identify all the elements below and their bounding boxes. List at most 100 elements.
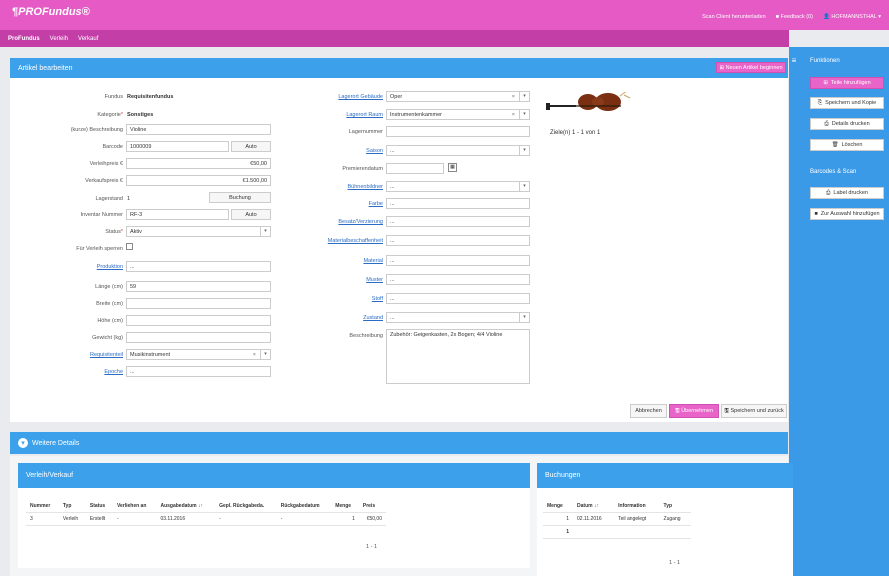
buchungen-column-header[interactable]: Datum ↓↑ — [573, 500, 615, 513]
sidebar-toggle-icon[interactable]: ≡ — [789, 56, 799, 66]
zustand-select[interactable]: ... ▾ — [386, 312, 530, 323]
lagerort-gebaeude-select[interactable]: Oper × ▾ — [386, 91, 530, 102]
zustand-value: ... — [390, 315, 395, 321]
table-cell — [614, 525, 660, 539]
inventar-auto-button[interactable]: Auto — [231, 209, 271, 220]
verleih-column-header: Menge — [331, 500, 359, 513]
epoche-link[interactable]: Epoche — [20, 369, 123, 375]
tab-verleih[interactable]: Verleih — [50, 36, 68, 42]
farbe-link[interactable]: Farbe — [290, 201, 383, 207]
kurz-input[interactable]: Violine — [126, 124, 271, 135]
tab-profundus[interactable]: ProFundus — [8, 36, 40, 42]
feedback-link[interactable]: ■ Feedback (0) — [776, 14, 813, 20]
status-select[interactable]: Aktiv ▾ — [126, 226, 271, 237]
status-text: Status — [105, 229, 121, 235]
violin-image[interactable] — [546, 92, 632, 122]
stoff-input[interactable]: ... — [386, 293, 530, 304]
inventar-input[interactable]: RF-3 — [126, 209, 229, 220]
apply-label: Übernehmen — [681, 408, 713, 414]
chevron-down-icon: ▾ — [519, 110, 529, 119]
lagerort-raum-link[interactable]: Lagerort Raum — [290, 112, 383, 118]
epoche-input[interactable]: ... — [126, 366, 271, 377]
verleihpreis-input[interactable]: €50,00 — [126, 158, 271, 169]
muster-link[interactable]: Muster — [290, 277, 383, 283]
details-toggle[interactable]: ▾ Weitere Details — [10, 432, 788, 454]
beschreibung-textarea[interactable]: Zubehör: Geigenkasten, 2x Bogen; 4/4 Vio… — [386, 329, 530, 384]
print-label-button[interactable]: ⎙ Label drucken — [810, 187, 884, 199]
add-to-selection-label: Zur Auswahl hinzufügen — [820, 211, 880, 217]
premierendatum-input[interactable] — [386, 163, 444, 174]
table-row[interactable]: 3 Verleih Erstellt -03.11.2016- -1 €50,00 — [26, 512, 386, 526]
main-nav: ProFundus Verleih Verkauf — [0, 30, 789, 47]
tab-verkauf[interactable]: Verkauf — [78, 36, 98, 42]
lagernummer-input[interactable] — [386, 126, 530, 137]
sidebar-title-funktionen: Funktionen — [810, 58, 840, 64]
besatz-input[interactable]: ... — [386, 216, 530, 227]
required-marker: * — [120, 112, 123, 118]
new-article-button[interactable]: ⊞ Neuen Artikel beginnen — [716, 62, 786, 73]
clear-icon[interactable]: × — [512, 112, 515, 118]
barcode-auto-button[interactable]: Auto — [231, 141, 271, 152]
delete-label: Löschen — [841, 142, 863, 148]
lagerort-gebaeude-link[interactable]: Lagerort Gebäude — [290, 94, 383, 100]
besatz-link[interactable]: Besatz/Verzierung — [290, 219, 383, 225]
buchungen-header: Buchungen — [537, 463, 793, 488]
print-icon: ⎙ — [826, 189, 831, 196]
verleih-rows: 3 Verleih Erstellt -03.11.2016- -1 €50,00 — [26, 512, 386, 526]
muster-input[interactable]: ... — [386, 274, 530, 285]
requisitenteil-link[interactable]: Requisitenteil — [20, 352, 123, 358]
inventar-label: Inventar Nummer — [80, 212, 124, 218]
verleih-header: Verleih/Verkauf — [18, 463, 530, 488]
verleih-column-header: Typ — [58, 500, 86, 513]
app-logo[interactable]: ¶PROFundus® — [12, 6, 90, 18]
save-back-button[interactable]: 🖫 Speichern und zurück — [721, 404, 787, 418]
apply-button[interactable]: 🖫 Übernehmen — [669, 404, 719, 418]
clear-icon[interactable]: × — [253, 352, 256, 358]
requisitenteil-select[interactable]: Musikinstrument × ▾ — [126, 349, 271, 360]
materialbeschaffenheit-input[interactable]: ... — [386, 235, 530, 246]
produktion-link[interactable]: Produktion — [20, 264, 123, 270]
table-row[interactable]: 1 02.11.2016 Teil angelegt Zugang — [543, 512, 691, 526]
sum-cell: 1 — [543, 525, 574, 539]
user-menu[interactable]: 👤 HOFMANNSTHAL ▾ — [823, 14, 881, 20]
verkaufspreis-input[interactable]: €1.500,00 — [126, 175, 271, 186]
saison-value: ... — [390, 148, 395, 154]
requisitenteil-value: Musikinstrument — [130, 352, 171, 358]
verleih-column-header: Gepl. Rückgabeda. — [215, 500, 277, 513]
saison-select[interactable]: ... ▾ — [386, 145, 530, 156]
breite-input[interactable] — [126, 298, 271, 309]
sum-row: 1 — [543, 525, 691, 539]
gewicht-input[interactable] — [126, 332, 271, 343]
kategorie-label: Kategorie* — [20, 112, 123, 118]
sperren-checkbox[interactable] — [126, 243, 133, 250]
zustand-link[interactable]: Zustand — [290, 315, 383, 321]
add-to-selection-button[interactable]: ■ Zur Auswahl hinzufügen — [810, 208, 884, 220]
material-link[interactable]: Material — [290, 258, 383, 264]
clear-icon[interactable]: × — [512, 94, 515, 100]
stoff-link[interactable]: Stoff — [290, 296, 383, 302]
save-copy-button[interactable]: ⎘ Speichern und Kopie — [810, 97, 884, 109]
hoehe-input[interactable] — [126, 315, 271, 326]
buchung-button[interactable]: Buchung — [209, 192, 271, 203]
produktion-input[interactable]: ... — [126, 261, 271, 272]
required-marker: * — [120, 229, 123, 235]
add-parts-button[interactable]: ⊞ Teile hinzufügen — [810, 77, 884, 89]
buehnenbildner-select[interactable]: ... ▾ — [386, 181, 530, 192]
lagerort-raum-select[interactable]: Instrumentenkammer × ▾ — [386, 109, 530, 120]
cancel-button[interactable]: Abbrechen — [630, 404, 667, 418]
scan-client-link[interactable]: Scan Client herunterladen — [702, 14, 766, 20]
farbe-input[interactable]: ... — [386, 198, 530, 209]
table-cell: - — [112, 512, 157, 526]
calendar-icon[interactable]: ▦ — [448, 163, 457, 172]
barcode-input[interactable]: 1000009 — [126, 141, 229, 152]
material-input[interactable]: ... — [386, 255, 530, 266]
verleih-column-header[interactable]: Ausgabedatum ↓↑ — [156, 500, 216, 513]
saison-link[interactable]: Saison — [290, 148, 383, 154]
image-count: Ziele(n) 1 - 1 von 1 — [550, 130, 601, 136]
materialbeschaffenheit-link[interactable]: Materialbeschaffenheit — [290, 238, 383, 244]
print-details-button[interactable]: ⎙ Details drucken — [810, 118, 884, 130]
fundus-value: Requisitenfundus — [127, 94, 174, 100]
delete-button[interactable]: 🗑 Löschen — [810, 139, 884, 151]
buehnenbildner-link[interactable]: Bühnenbildner — [290, 184, 383, 190]
laenge-input[interactable]: 59 — [126, 281, 271, 292]
